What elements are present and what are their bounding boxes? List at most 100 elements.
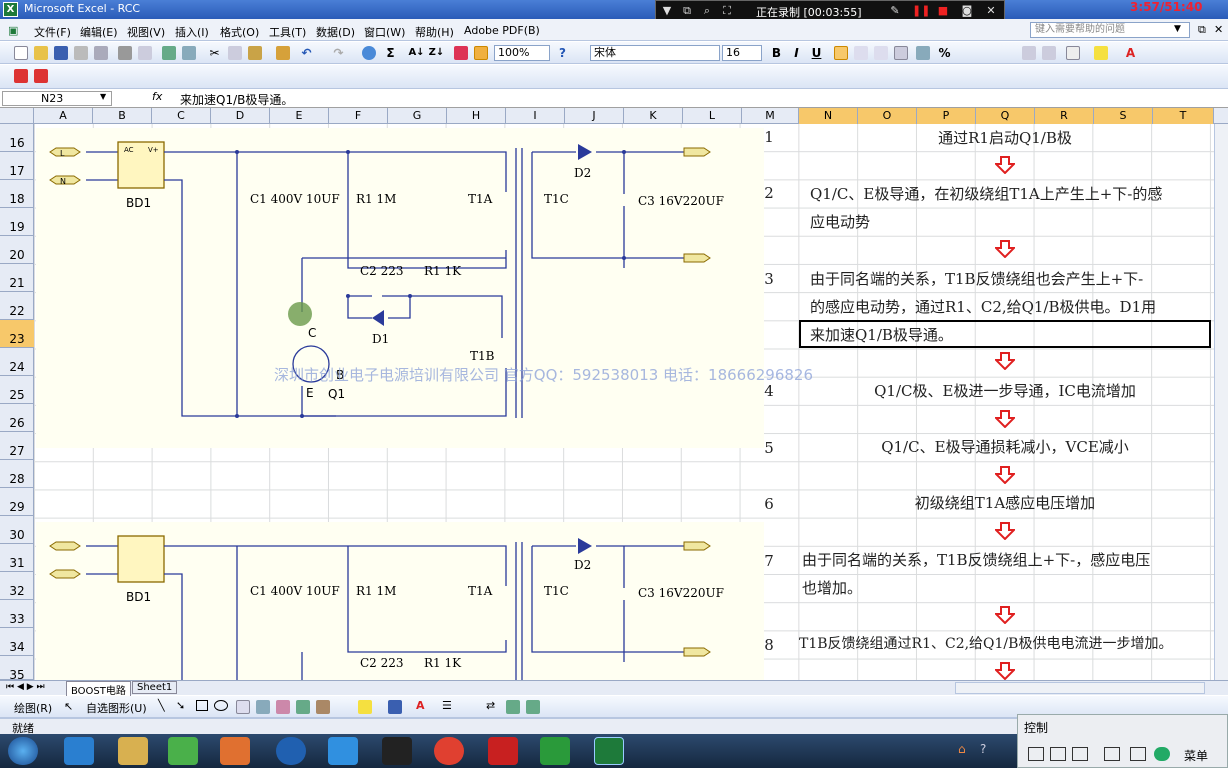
textbox-icon[interactable] (236, 700, 250, 714)
email-icon[interactable] (94, 46, 108, 60)
column-header[interactable]: I (506, 108, 565, 124)
function-icon[interactable]: fx (152, 90, 162, 103)
diagram-icon[interactable] (276, 700, 290, 714)
align-left-icon[interactable] (834, 46, 848, 60)
copy-icon[interactable] (228, 46, 242, 60)
arrow-style-icon[interactable]: ⇄ (486, 699, 495, 712)
percent-button[interactable]: % (936, 45, 953, 61)
name-box-dropdown-icon[interactable]: ▼ (100, 92, 106, 101)
row-header[interactable]: 18 (0, 180, 34, 208)
column-header[interactable]: S (1094, 108, 1153, 124)
chart-wizard-icon[interactable] (454, 46, 468, 60)
pdf-email-icon[interactable] (34, 69, 48, 83)
picture-icon[interactable] (316, 700, 330, 714)
column-header[interactable]: L (683, 108, 742, 124)
column-header[interactable]: K (624, 108, 683, 124)
borders-icon[interactable] (1066, 46, 1080, 60)
help-dropdown-icon[interactable]: ▼ (1174, 24, 1181, 34)
draw-menu[interactable]: 绘图(R) (14, 700, 52, 716)
row-header[interactable]: 33 (0, 600, 34, 628)
row-header[interactable]: 20 (0, 236, 34, 264)
menu-file[interactable]: 文件(F) (34, 24, 71, 40)
font-color-icon[interactable]: A (1122, 45, 1139, 61)
row-header[interactable]: 16 (0, 124, 34, 152)
menu-insert[interactable]: 插入(I) (175, 24, 209, 40)
control-btn-1-icon[interactable] (1028, 747, 1044, 761)
column-header[interactable]: E (270, 108, 329, 124)
menu-help[interactable]: 帮助(H) (415, 24, 454, 40)
wordart-icon[interactable] (256, 700, 270, 714)
hyperlink-icon[interactable] (362, 46, 376, 60)
stop-icon[interactable]: ■ (936, 4, 950, 18)
align-right-icon[interactable] (874, 46, 888, 60)
column-header[interactable]: P (917, 108, 976, 124)
format-painter-icon[interactable] (276, 46, 290, 60)
currency-icon[interactable] (916, 46, 930, 60)
horizontal-scrollbar[interactable] (955, 682, 1205, 694)
line-style-icon[interactable]: ☰ (442, 699, 452, 712)
sort-asc-icon[interactable]: A↓ (408, 45, 425, 61)
tab-sheet1[interactable]: Sheet1 (132, 681, 178, 694)
menu-format[interactable]: 格式(O) (220, 24, 259, 40)
close-doc-icon[interactable]: ✕ (1214, 23, 1223, 36)
increase-indent-icon[interactable] (1042, 46, 1056, 60)
redo-icon[interactable]: ↷ (330, 45, 347, 61)
arrow-icon[interactable]: ➘ (176, 699, 185, 712)
spelling-icon[interactable] (162, 46, 176, 60)
row-header[interactable]: 29 (0, 488, 34, 516)
help-search-input[interactable]: 键入需要帮助的问题 (1030, 22, 1190, 38)
menu-data[interactable]: 数据(D) (316, 24, 355, 40)
autosum-icon[interactable]: Σ (382, 45, 399, 61)
close-icon[interactable]: ✕ (984, 4, 998, 18)
help-icon[interactable]: ? (554, 45, 571, 61)
paste-icon[interactable] (248, 46, 262, 60)
column-header[interactable]: T (1153, 108, 1214, 124)
camera-icon[interactable]: ◙ (960, 4, 974, 18)
zoom-icon[interactable]: ⌕ (700, 4, 714, 18)
pointer-icon[interactable]: ↖ (64, 700, 73, 713)
row-header[interactable]: 31 (0, 544, 34, 572)
column-header[interactable]: J (565, 108, 624, 124)
undo-icon[interactable]: ↶ (298, 45, 315, 61)
row-header[interactable]: 17 (0, 152, 34, 180)
row-header[interactable]: 22 (0, 292, 34, 320)
row-header[interactable]: 28 (0, 460, 34, 488)
autoshape-menu[interactable]: 自选图形(U) (86, 700, 147, 716)
chrome-icon[interactable] (434, 737, 464, 765)
column-header[interactable]: F (329, 108, 388, 124)
name-box[interactable]: N23 (2, 91, 112, 106)
row-header[interactable]: 25 (0, 376, 34, 404)
column-header[interactable]: H (447, 108, 506, 124)
app-menu-icon[interactable]: ▣ (8, 24, 18, 37)
save-icon[interactable] (54, 46, 68, 60)
column-header[interactable]: B (93, 108, 152, 124)
qq-icon[interactable] (382, 737, 412, 765)
row-header[interactable]: 34 (0, 628, 34, 656)
menu-tools[interactable]: 工具(T) (269, 24, 306, 40)
print-preview-icon[interactable] (138, 46, 152, 60)
column-header[interactable]: Q (976, 108, 1035, 124)
row-header[interactable]: 32 (0, 572, 34, 600)
start-button[interactable] (8, 737, 38, 765)
pen-icon[interactable]: ✎ (888, 4, 902, 18)
merge-center-icon[interactable] (894, 46, 908, 60)
control-menu[interactable]: 菜单 (1184, 747, 1208, 764)
cut-icon[interactable]: ✂ (206, 45, 223, 61)
column-header[interactable]: R (1035, 108, 1094, 124)
menu-window[interactable]: 窗口(W) (364, 24, 405, 40)
ie-icon[interactable] (64, 737, 94, 765)
tray-help-icon[interactable]: ? (980, 742, 986, 756)
bird-app-icon[interactable] (328, 737, 358, 765)
bold-button[interactable]: B (768, 45, 785, 61)
column-header[interactable]: O (858, 108, 917, 124)
zoom-select[interactable]: 100% (494, 45, 550, 61)
pdf-app-icon[interactable] (488, 737, 518, 765)
research-icon[interactable] (182, 46, 196, 60)
row-header[interactable]: 24 (0, 348, 34, 376)
menu-view[interactable]: 视图(V) (127, 24, 165, 40)
excel-taskbar-icon[interactable] (594, 737, 624, 765)
column-header[interactable]: A (34, 108, 93, 124)
control-btn-2-icon[interactable] (1050, 747, 1066, 761)
new-icon[interactable] (14, 46, 28, 60)
control-btn-3-icon[interactable] (1072, 747, 1088, 761)
